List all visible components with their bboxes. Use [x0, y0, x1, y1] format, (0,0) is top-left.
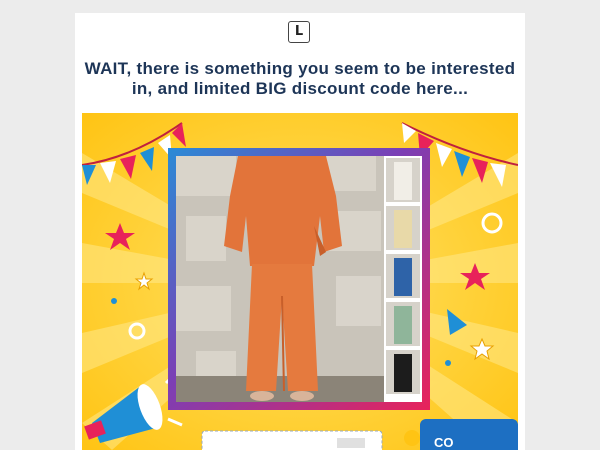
brand-logo[interactable]: L: [288, 21, 310, 43]
email-card: L WAIT, there is something you seem to b…: [75, 13, 525, 450]
promo-banner[interactable]: CO: [82, 113, 518, 450]
coupon-label[interactable]: CO: [434, 435, 454, 450]
product-photo[interactable]: [176, 156, 422, 402]
outfit-image: [176, 156, 422, 402]
product-photo-frame[interactable]: [168, 148, 430, 410]
thumbnail-strip: [386, 158, 420, 394]
headline: WAIT, there is something you seem to be …: [84, 59, 516, 98]
